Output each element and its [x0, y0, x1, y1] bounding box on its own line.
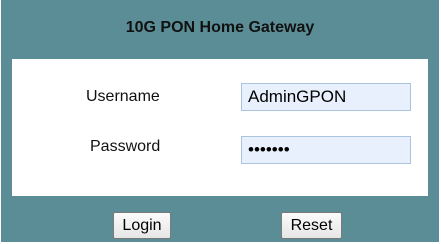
password-input[interactable] [241, 136, 411, 164]
login-form: Username Password [12, 59, 428, 196]
password-label: Password [90, 138, 161, 155]
reset-button[interactable]: Reset [281, 212, 342, 239]
login-button[interactable]: Login [113, 212, 171, 239]
username-label: Username [86, 88, 160, 105]
login-panel: 10G PON Home Gateway Username Password L… [1, 0, 439, 242]
button-bar: Login Reset [1, 196, 439, 242]
username-input[interactable] [241, 83, 411, 111]
header-bar: 10G PON Home Gateway [1, 0, 439, 59]
page-title: 10G PON Home Gateway [125, 18, 315, 36]
